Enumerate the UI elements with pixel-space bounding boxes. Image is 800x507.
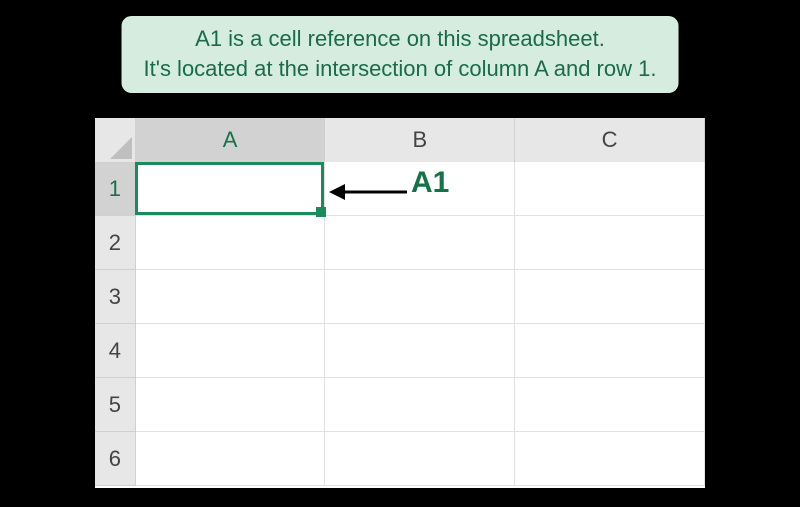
caption-line-1: A1 is a cell reference on this spreadshe… [144, 24, 657, 54]
row-1: 1 [95, 162, 705, 216]
cell-a3[interactable] [136, 270, 326, 324]
column-header-b[interactable]: B [325, 118, 515, 163]
select-all-triangle-icon [110, 137, 132, 159]
row-header-1[interactable]: 1 [95, 162, 136, 216]
cell-a1[interactable] [136, 162, 326, 216]
cell-b1[interactable] [325, 162, 515, 216]
cell-b5[interactable] [325, 378, 515, 432]
row-6: 6 [95, 432, 705, 486]
cell-b3[interactable] [325, 270, 515, 324]
row-header-2[interactable]: 2 [95, 216, 136, 270]
column-header-row: A B C [95, 118, 705, 162]
cell-a4[interactable] [136, 324, 326, 378]
cell-c4[interactable] [515, 324, 705, 378]
row-header-4[interactable]: 4 [95, 324, 136, 378]
cell-b4[interactable] [325, 324, 515, 378]
row-4: 4 [95, 324, 705, 378]
row-3: 3 [95, 270, 705, 324]
cell-b6[interactable] [325, 432, 515, 486]
spreadsheet[interactable]: A B C 1 2 3 4 5 [95, 118, 705, 488]
cell-a6[interactable] [136, 432, 326, 486]
row-header-5[interactable]: 5 [95, 378, 136, 432]
cell-c5[interactable] [515, 378, 705, 432]
row-header-3[interactable]: 3 [95, 270, 136, 324]
column-header-c[interactable]: C [515, 118, 705, 163]
column-header-a[interactable]: A [136, 118, 326, 163]
cell-c6[interactable] [515, 432, 705, 486]
cell-a5[interactable] [136, 378, 326, 432]
cell-c1[interactable] [515, 162, 705, 216]
row-5: 5 [95, 378, 705, 432]
cell-c2[interactable] [515, 216, 705, 270]
cell-b2[interactable] [325, 216, 515, 270]
select-all-corner[interactable] [95, 118, 136, 163]
row-header-6[interactable]: 6 [95, 432, 136, 486]
stage: A1 is a cell reference on this spreadshe… [0, 0, 800, 507]
row-2: 2 [95, 216, 705, 270]
caption-box: A1 is a cell reference on this spreadshe… [122, 16, 679, 93]
cell-a2[interactable] [136, 216, 326, 270]
caption-line-2: It's located at the intersection of colu… [144, 54, 657, 84]
cell-c3[interactable] [515, 270, 705, 324]
